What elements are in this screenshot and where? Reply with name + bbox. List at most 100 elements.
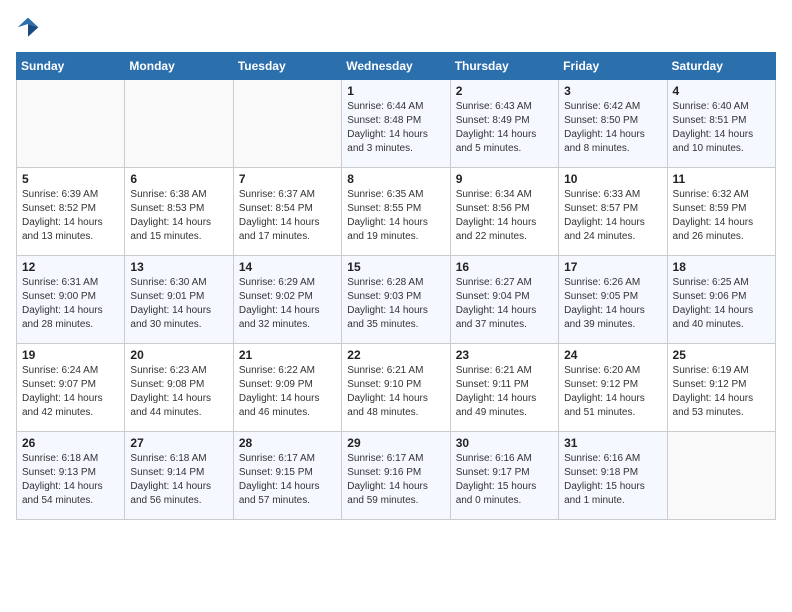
day-detail: Sunrise: 6:17 AM Sunset: 9:16 PM Dayligh…: [347, 452, 444, 508]
calendar-cell: 2Sunrise: 6:43 AM Sunset: 8:49 PM Daylig…: [450, 80, 558, 168]
column-header-thursday: Thursday: [450, 53, 558, 80]
day-detail: Sunrise: 6:20 AM Sunset: 9:12 PM Dayligh…: [564, 364, 661, 420]
day-number: 19: [22, 348, 119, 362]
day-number: 25: [673, 348, 770, 362]
day-detail: Sunrise: 6:25 AM Sunset: 9:06 PM Dayligh…: [673, 276, 770, 332]
calendar-cell: 5 Sunrise: 6:39 AM Sunset: 8:52 PM Daylig…: [17, 168, 125, 256]
day-number: 30: [456, 436, 553, 450]
calendar-cell: 8 Sunrise: 6:35 AM Sunset: 8:55 PM Daylig…: [342, 168, 450, 256]
day-detail: Sunrise: 6:42 AM Sunset: 8:50 PM Dayligh…: [564, 100, 661, 156]
day-detail: Sunrise: 6:34 AM Sunset: 8:56 PM Dayligh…: [456, 188, 553, 244]
calendar-cell: 18Sunrise: 6:25 AM Sunset: 9:06 PM Dayli…: [667, 256, 775, 344]
column-header-sunday: Sunday: [17, 53, 125, 80]
day-detail: Sunrise: 6:44 AM Sunset: 8:48 PM Dayligh…: [347, 100, 444, 156]
calendar-cell: [125, 80, 233, 168]
day-number: 1: [347, 84, 444, 98]
day-number: 7: [239, 172, 336, 186]
day-detail: Sunrise: 6:23 AM Sunset: 9:08 PM Dayligh…: [130, 364, 227, 420]
day-number: 9: [456, 172, 553, 186]
day-number: 15: [347, 260, 444, 274]
calendar-cell: 19 Sunrise: 6:24 AM Sunset: 9:07 PM Dayli…: [17, 344, 125, 432]
calendar-cell: 14 Sunrise: 6:29 AM Sunset: 9:02 PM Dayli…: [233, 256, 341, 344]
day-detail: Sunrise: 6:26 AM Sunset: 9:05 PM Dayligh…: [564, 276, 661, 332]
calendar-cell: 7 Sunrise: 6:37 AM Sunset: 8:54 PM Daylig…: [233, 168, 341, 256]
day-number: 13: [130, 260, 227, 274]
calendar-cell: 10Sunrise: 6:33 AM Sunset: 8:57 PM Dayli…: [559, 168, 667, 256]
day-number: 22: [347, 348, 444, 362]
day-number: 23: [456, 348, 553, 362]
column-header-saturday: Saturday: [667, 53, 775, 80]
day-detail: Sunrise: 6:29 AM Sunset: 9:02 PM Dayligh…: [239, 276, 336, 332]
calendar-cell: 12 Sunrise: 6:31 AM Sunset: 9:00 PM Dayli…: [17, 256, 125, 344]
day-detail: Sunrise: 6:39 AM Sunset: 8:52 PM Dayligh…: [22, 188, 119, 244]
day-detail: Sunrise: 6:32 AM Sunset: 8:59 PM Dayligh…: [673, 188, 770, 244]
column-header-monday: Monday: [125, 53, 233, 80]
calendar-cell: 23 Sunrise: 6:21 AM Sunset: 9:11 PM Dayli…: [450, 344, 558, 432]
day-detail: Sunrise: 6:37 AM Sunset: 8:54 PM Dayligh…: [239, 188, 336, 244]
day-detail: Sunrise: 6:18 AM Sunset: 9:14 PM Dayligh…: [130, 452, 227, 508]
calendar-cell: 25 Sunrise: 6:19 AM Sunset: 9:12 PM Dayli…: [667, 344, 775, 432]
calendar-cell: 16 Sunrise: 6:27 AM Sunset: 9:04 PM Dayli…: [450, 256, 558, 344]
day-number: 29: [347, 436, 444, 450]
day-number: 6: [130, 172, 227, 186]
calendar-cell: 17 Sunrise: 6:26 AM Sunset: 9:05 PM Dayli…: [559, 256, 667, 344]
day-detail: Sunrise: 6:30 AM Sunset: 9:01 PM Dayligh…: [130, 276, 227, 332]
day-detail: Sunrise: 6:21 AM Sunset: 9:10 PM Dayligh…: [347, 364, 444, 420]
calendar-cell: 4Sunrise: 6:40 AM Sunset: 8:51 PM Daylig…: [667, 80, 775, 168]
day-number: 27: [130, 436, 227, 450]
day-number: 21: [239, 348, 336, 362]
day-number: 14: [239, 260, 336, 274]
calendar-cell: 27 Sunrise: 6:18 AM Sunset: 9:14 PM Dayli…: [125, 432, 233, 520]
calendar-cell: 3 Sunrise: 6:42 AM Sunset: 8:50 PM Daylig…: [559, 80, 667, 168]
column-header-friday: Friday: [559, 53, 667, 80]
day-detail: Sunrise: 6:18 AM Sunset: 9:13 PM Dayligh…: [22, 452, 119, 508]
logo-icon: [16, 16, 40, 40]
logo: [16, 16, 44, 40]
calendar-cell: [17, 80, 125, 168]
day-number: 31: [564, 436, 661, 450]
calendar-cell: 30 Sunrise: 6:16 AM Sunset: 9:17 PM Dayli…: [450, 432, 558, 520]
calendar-cell: 31Sunrise: 6:16 AM Sunset: 9:18 PM Dayli…: [559, 432, 667, 520]
calendar-cell: 26 Sunrise: 6:18 AM Sunset: 9:13 PM Dayli…: [17, 432, 125, 520]
calendar-cell: 13 Sunrise: 6:30 AM Sunset: 9:01 PM Dayli…: [125, 256, 233, 344]
column-header-wednesday: Wednesday: [342, 53, 450, 80]
calendar-cell: [233, 80, 341, 168]
day-number: 3: [564, 84, 661, 98]
day-number: 12: [22, 260, 119, 274]
page-header: [16, 16, 776, 40]
day-number: 20: [130, 348, 227, 362]
day-number: 26: [22, 436, 119, 450]
calendar-cell: 21 Sunrise: 6:22 AM Sunset: 9:09 PM Dayli…: [233, 344, 341, 432]
calendar-cell: 28Sunrise: 6:17 AM Sunset: 9:15 PM Dayli…: [233, 432, 341, 520]
calendar-cell: 22 Sunrise: 6:21 AM Sunset: 9:10 PM Dayli…: [342, 344, 450, 432]
calendar-cell: [667, 432, 775, 520]
day-detail: Sunrise: 6:27 AM Sunset: 9:04 PM Dayligh…: [456, 276, 553, 332]
day-number: 16: [456, 260, 553, 274]
calendar-cell: 24 Sunrise: 6:20 AM Sunset: 9:12 PM Dayli…: [559, 344, 667, 432]
day-detail: Sunrise: 6:24 AM Sunset: 9:07 PM Dayligh…: [22, 364, 119, 420]
calendar-table: SundayMondayTuesdayWednesdayThursdayFrid…: [16, 52, 776, 520]
day-detail: Sunrise: 6:33 AM Sunset: 8:57 PM Dayligh…: [564, 188, 661, 244]
day-detail: Sunrise: 6:31 AM Sunset: 9:00 PM Dayligh…: [22, 276, 119, 332]
calendar-cell: 11 Sunrise: 6:32 AM Sunset: 8:59 PM Dayli…: [667, 168, 775, 256]
day-detail: Sunrise: 6:35 AM Sunset: 8:55 PM Dayligh…: [347, 188, 444, 244]
calendar-cell: 15 Sunrise: 6:28 AM Sunset: 9:03 PM Dayli…: [342, 256, 450, 344]
day-detail: Sunrise: 6:28 AM Sunset: 9:03 PM Dayligh…: [347, 276, 444, 332]
day-detail: Sunrise: 6:21 AM Sunset: 9:11 PM Dayligh…: [456, 364, 553, 420]
day-number: 5: [22, 172, 119, 186]
calendar-cell: 6 Sunrise: 6:38 AM Sunset: 8:53 PM Daylig…: [125, 168, 233, 256]
day-number: 8: [347, 172, 444, 186]
column-header-tuesday: Tuesday: [233, 53, 341, 80]
day-detail: Sunrise: 6:38 AM Sunset: 8:53 PM Dayligh…: [130, 188, 227, 244]
calendar-cell: 9 Sunrise: 6:34 AM Sunset: 8:56 PM Daylig…: [450, 168, 558, 256]
day-number: 2: [456, 84, 553, 98]
day-number: 4: [673, 84, 770, 98]
day-number: 24: [564, 348, 661, 362]
day-number: 11: [673, 172, 770, 186]
day-detail: Sunrise: 6:22 AM Sunset: 9:09 PM Dayligh…: [239, 364, 336, 420]
day-detail: Sunrise: 6:19 AM Sunset: 9:12 PM Dayligh…: [673, 364, 770, 420]
day-number: 28: [239, 436, 336, 450]
day-number: 17: [564, 260, 661, 274]
day-detail: Sunrise: 6:16 AM Sunset: 9:17 PM Dayligh…: [456, 452, 553, 508]
calendar-cell: 20 Sunrise: 6:23 AM Sunset: 9:08 PM Dayli…: [125, 344, 233, 432]
